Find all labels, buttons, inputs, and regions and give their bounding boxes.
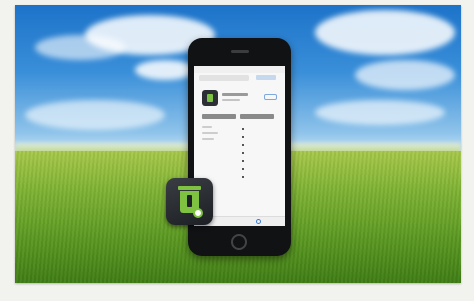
content-line bbox=[202, 126, 212, 128]
app-name bbox=[222, 93, 248, 96]
tab-details[interactable] bbox=[202, 114, 236, 119]
cloud bbox=[135, 60, 195, 80]
cancel-link[interactable] bbox=[256, 75, 276, 80]
app-logo bbox=[166, 178, 213, 225]
content-line bbox=[202, 138, 214, 140]
list-bullet bbox=[242, 176, 244, 178]
content-line bbox=[202, 132, 218, 134]
tab-reviews[interactable] bbox=[240, 114, 274, 119]
cloud bbox=[355, 60, 455, 90]
green-bin-icon bbox=[207, 94, 213, 102]
phone-speaker bbox=[231, 50, 249, 53]
info-mark bbox=[187, 195, 192, 207]
app-subtitle bbox=[222, 99, 240, 101]
search-input[interactable] bbox=[199, 75, 249, 81]
list-bullet bbox=[242, 136, 244, 138]
photo-frame bbox=[0, 0, 474, 301]
cloud bbox=[315, 10, 455, 55]
badge-icon bbox=[193, 208, 203, 218]
app-listing-icon[interactable] bbox=[202, 90, 218, 106]
list-bullet bbox=[242, 128, 244, 130]
bin-lid bbox=[178, 186, 201, 190]
cloud bbox=[25, 100, 165, 130]
get-button[interactable] bbox=[264, 94, 277, 100]
list-bullet bbox=[242, 144, 244, 146]
search-icon[interactable] bbox=[256, 219, 261, 224]
list-bullet bbox=[242, 152, 244, 154]
home-button[interactable] bbox=[231, 234, 247, 250]
status-bar bbox=[194, 66, 285, 73]
cloud bbox=[315, 100, 445, 125]
list-bullet bbox=[242, 168, 244, 170]
list-bullet bbox=[242, 160, 244, 162]
cloud bbox=[35, 35, 125, 60]
